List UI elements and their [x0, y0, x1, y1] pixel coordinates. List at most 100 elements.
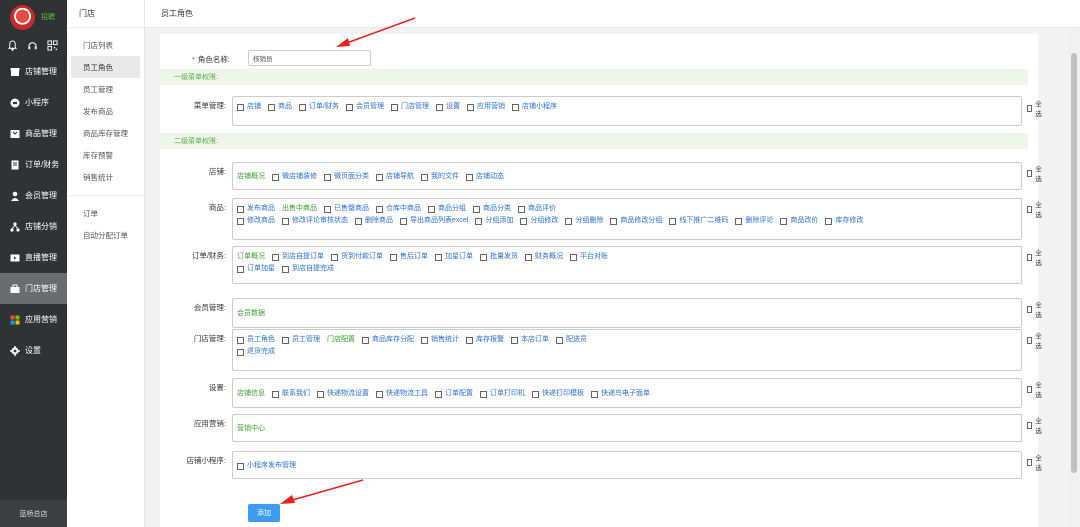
permission-checkbox[interactable] — [435, 253, 442, 261]
permission-checkbox[interactable] — [376, 205, 383, 213]
permission-option[interactable]: 快递鸟电子面单 — [591, 388, 650, 400]
permission-checkbox[interactable] — [237, 217, 244, 225]
permission-checkbox[interactable] — [282, 336, 289, 344]
permission-option[interactable]: 商品库存分配 — [362, 334, 414, 346]
subnav-item[interactable]: 员工管理 — [71, 78, 140, 100]
permission-checkbox[interactable] — [237, 265, 244, 273]
select-all-checkbox[interactable]: 全选 — [1027, 452, 1044, 472]
select-all-checkbox[interactable]: 全选 — [1027, 163, 1044, 183]
permission-option[interactable]: 商品修改分组 — [610, 215, 662, 227]
permission-option[interactable]: 修改商品 — [237, 215, 275, 227]
permission-option[interactable]: 货到付款订单 — [331, 251, 383, 263]
permission-option[interactable]: 订单配置 — [435, 388, 473, 400]
permission-checkbox[interactable] — [591, 390, 598, 398]
permission-checkbox[interactable] — [272, 253, 279, 261]
permission-checkbox[interactable] — [421, 173, 428, 181]
permission-option[interactable]: 订单概况 — [237, 251, 265, 263]
permission-checkbox[interactable] — [268, 103, 275, 111]
permission-checkbox[interactable] — [565, 217, 573, 225]
permission-option[interactable]: 微页面分类 — [324, 171, 369, 183]
permission-checkbox[interactable] — [780, 217, 788, 225]
select-all-checkbox[interactable]: 全选 — [1027, 330, 1044, 350]
subnav-item[interactable]: 库存预警 — [71, 144, 140, 166]
qrcode-icon[interactable] — [46, 39, 58, 51]
permission-option[interactable]: 商品分类 — [473, 203, 511, 215]
permission-option[interactable]: 微店铺装修 — [272, 171, 317, 183]
permission-option[interactable]: 商品改价 — [780, 215, 818, 227]
select-all-checkbox[interactable]: 全选 — [1027, 98, 1044, 118]
subnav-item[interactable]: 员工角色 — [71, 56, 140, 78]
sidebar-item-member[interactable]: 会员管理 — [0, 180, 67, 211]
permission-checkbox[interactable] — [282, 217, 289, 225]
permission-option[interactable]: 平台对账 — [570, 251, 608, 263]
select-all-box[interactable] — [1027, 336, 1033, 344]
select-all-box[interactable] — [1027, 421, 1033, 429]
select-all-checkbox[interactable]: 全选 — [1027, 299, 1044, 319]
permission-option[interactable]: 商品分组 — [428, 203, 466, 215]
store-logo[interactable] — [10, 4, 35, 30]
permission-checkbox[interactable] — [480, 253, 487, 261]
select-all-checkbox[interactable]: 全选 — [1027, 379, 1044, 399]
permission-option[interactable]: 发布商品 — [237, 203, 275, 215]
select-all-box[interactable] — [1027, 458, 1033, 466]
select-all-box[interactable] — [1027, 385, 1033, 393]
bell-icon[interactable] — [6, 39, 18, 51]
permission-option[interactable]: 小程序发布管理 — [237, 460, 296, 472]
permission-checkbox[interactable] — [331, 253, 338, 261]
permission-option[interactable]: 订单打印机 — [480, 388, 525, 400]
permission-checkbox[interactable] — [511, 336, 518, 344]
permission-checkbox[interactable] — [473, 205, 480, 213]
permission-checkbox[interactable] — [237, 348, 244, 356]
permission-checkbox[interactable] — [435, 103, 443, 111]
permission-option[interactable]: 应用营销 — [466, 101, 505, 113]
select-all-checkbox[interactable]: 全选 — [1027, 247, 1044, 267]
permission-checkbox[interactable] — [825, 217, 833, 225]
sidebar-item-gear[interactable]: 设置 — [0, 335, 67, 366]
permission-option[interactable]: 营销中心 — [237, 423, 265, 435]
permission-option[interactable]: 删除商品 — [355, 215, 393, 227]
store-name-footer[interactable]: 蓝桥总店 — [0, 500, 67, 527]
permission-option[interactable]: 导出商品列表excel — [400, 215, 468, 227]
permission-option[interactable]: 配送员 — [556, 334, 587, 346]
permission-checkbox[interactable] — [570, 253, 577, 261]
permission-checkbox[interactable] — [272, 390, 279, 398]
permission-option[interactable]: 库存报警 — [466, 334, 504, 346]
permission-option[interactable]: 出售中商品 — [282, 203, 317, 215]
scroll-thumb[interactable] — [1071, 53, 1077, 473]
sidebar-item-distribution[interactable]: 店铺分销 — [0, 211, 67, 242]
permission-option[interactable]: 会员管理 — [345, 101, 384, 113]
permission-option[interactable]: 分组删除 — [565, 215, 603, 227]
permission-option[interactable]: 修改评论审核状态 — [282, 215, 348, 227]
permission-option[interactable]: 员工角色 — [237, 334, 275, 346]
permission-option[interactable]: 加星订单 — [435, 251, 473, 263]
permission-option[interactable]: 快递物流工具 — [376, 388, 428, 400]
permission-checkbox[interactable] — [475, 217, 483, 225]
permission-option[interactable]: 商品评价 — [518, 203, 556, 215]
permission-option[interactable]: 店铺 — [237, 101, 261, 113]
subnav-item[interactable]: 销售统计 — [71, 166, 140, 188]
permission-checkbox[interactable] — [421, 336, 428, 344]
sidebar-item-apps[interactable]: 应用营销 — [0, 304, 67, 335]
permission-checkbox[interactable] — [532, 390, 539, 398]
select-all-box[interactable] — [1027, 305, 1033, 313]
sidebar-item-store[interactable]: 店铺管理 — [0, 56, 67, 87]
permission-option[interactable]: 销售统计 — [421, 334, 459, 346]
permission-option[interactable]: 到店自提完成 — [282, 263, 334, 275]
permission-checkbox[interactable] — [466, 336, 473, 344]
subnav-item[interactable]: 自动分配订单 — [71, 224, 140, 246]
permission-option[interactable]: 删除评论 — [735, 215, 773, 227]
permission-option[interactable]: 订单加星 — [237, 263, 275, 275]
permission-checkbox[interactable] — [610, 217, 618, 225]
permission-option[interactable]: 退货完成 — [237, 346, 275, 358]
permission-checkbox[interactable] — [735, 217, 743, 225]
permission-option[interactable]: 店铺小程序 — [511, 101, 557, 113]
select-all-box[interactable] — [1027, 253, 1033, 261]
permission-checkbox[interactable] — [669, 217, 677, 225]
sidebar-item-shop[interactable]: 门店管理 — [0, 273, 67, 304]
permission-option[interactable]: 商品 — [268, 101, 292, 113]
permission-checkbox[interactable] — [435, 390, 442, 398]
permission-option[interactable]: 财务概况 — [525, 251, 563, 263]
subnav-item[interactable]: 订单 — [71, 202, 140, 224]
permission-checkbox[interactable] — [376, 173, 383, 181]
permission-checkbox[interactable] — [237, 103, 244, 111]
